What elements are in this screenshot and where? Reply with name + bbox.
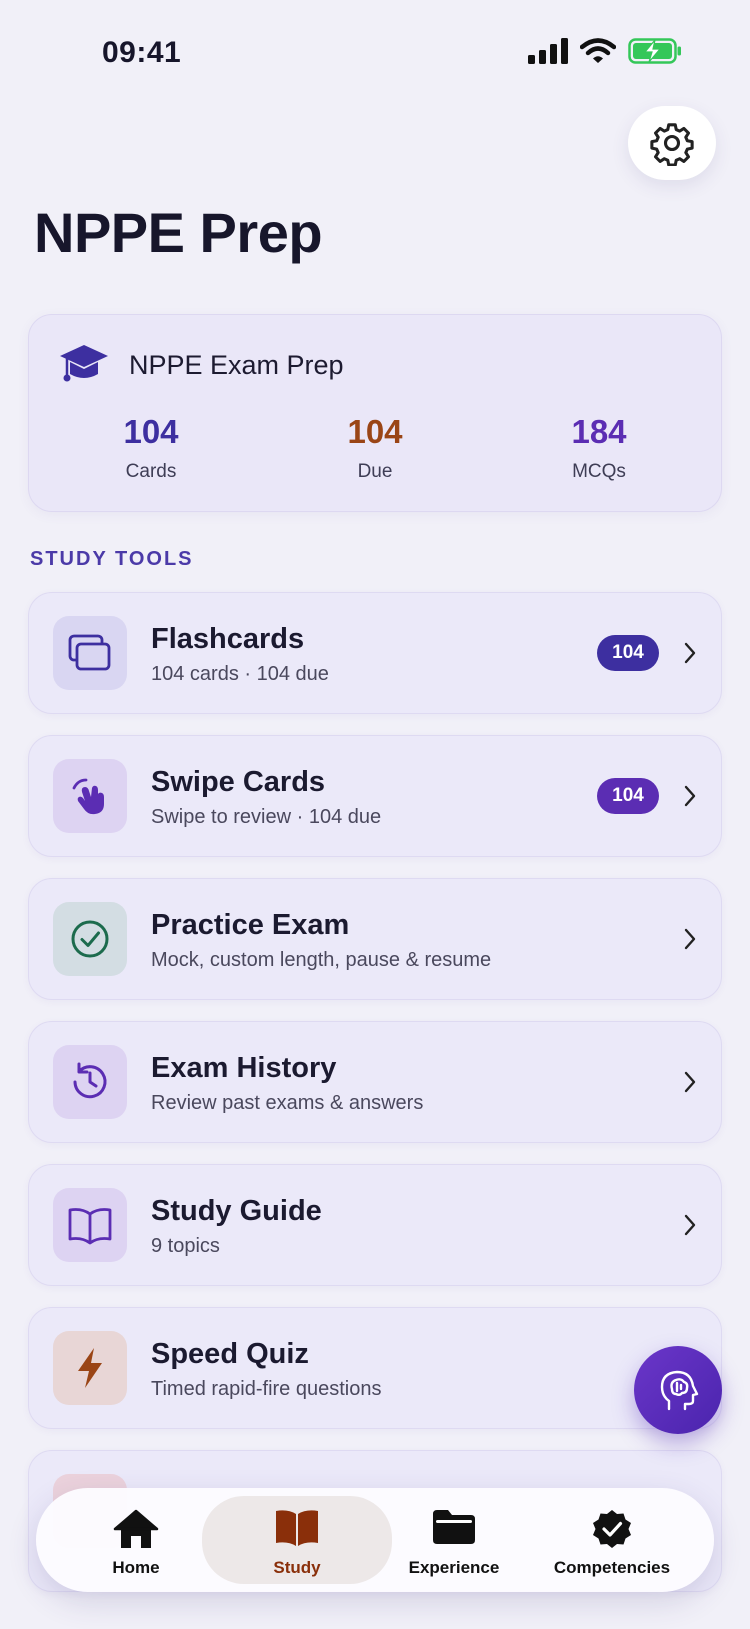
check-circle-icon: [71, 920, 109, 958]
wifi-icon: [580, 38, 616, 63]
tool-icon-container: [53, 902, 127, 976]
tab-label: Experience: [408, 1558, 500, 1577]
tool-item-speed-quiz[interactable]: Speed Quiz Timed rapid-fire questions: [28, 1307, 722, 1429]
status-bar: 09:41: [0, 0, 750, 110]
signal-icon: [528, 38, 568, 64]
cards-icon: [68, 634, 111, 671]
tool-title: Practice Exam: [151, 909, 350, 941]
book-icon: [276, 1510, 318, 1546]
settings-button[interactable]: [628, 106, 716, 180]
stat-due: 104 Due: [275, 413, 475, 483]
lightning-icon: [78, 1348, 102, 1388]
tool-item-practice-exam[interactable]: Practice Exam Mock, custom length, pause…: [28, 878, 722, 1000]
section-label-study-tools: STUDY TOOLS: [30, 548, 194, 570]
tool-title: Swipe Cards: [151, 766, 326, 798]
battery-charging-icon: [628, 38, 681, 64]
tool-icon-container: [53, 759, 127, 833]
tool-icon-container: [53, 1188, 127, 1262]
tool-item-study-guide[interactable]: Study Guide 9 topics: [28, 1164, 722, 1286]
tool-title: Exam History: [151, 1052, 337, 1084]
stat-label: Cards: [125, 461, 177, 482]
tab-label: Home: [112, 1558, 160, 1577]
tool-subtitle: Timed rapid-fire questions: [151, 1378, 382, 1400]
graduation-cap-icon: [60, 345, 108, 382]
tool-title: Study Guide: [151, 1195, 322, 1227]
tab-label: Study: [273, 1558, 321, 1577]
tab-experience[interactable]: Experience: [374, 1488, 534, 1592]
tab-competencies[interactable]: Competencies: [532, 1488, 692, 1592]
tab-home[interactable]: Home: [56, 1488, 216, 1592]
stat-value: 104: [123, 413, 179, 450]
tab-study[interactable]: Study: [202, 1496, 392, 1584]
tool-subtitle: Review past exams & answers: [151, 1092, 424, 1114]
tool-item-exam-history[interactable]: Exam History Review past exams & answers: [28, 1021, 722, 1143]
open-book-icon: [68, 1208, 112, 1245]
status-time: 09:41: [102, 36, 182, 69]
stat-value: 184: [571, 413, 627, 450]
tool-icon-container: [53, 1331, 127, 1405]
due-count-badge: 104: [597, 635, 659, 671]
due-count-badge: 104: [597, 778, 659, 814]
stat-label: MCQs: [572, 461, 626, 482]
tool-icon-container: [53, 616, 127, 690]
tab-label: Competencies: [553, 1558, 671, 1577]
history-clock-icon: [73, 1062, 107, 1099]
chevron-right-icon: [684, 642, 696, 664]
stat-label: Due: [357, 461, 393, 482]
chevron-right-icon: [684, 1214, 696, 1236]
tool-subtitle: Mock, custom length, pause & resume: [151, 949, 492, 971]
tool-title: Flashcards: [151, 623, 305, 655]
tool-subtitle: Swipe to review · 104 due: [151, 806, 382, 828]
brain-head-icon: [660, 1370, 699, 1411]
page-title: NPPE Prep: [34, 201, 323, 264]
gear-icon: [650, 123, 694, 166]
chevron-right-icon: [684, 1071, 696, 1093]
bottom-tab-bar: Home Study Experience Competencies: [36, 1488, 714, 1592]
verified-badge-icon: [593, 1510, 631, 1548]
tool-icon-container: [53, 1045, 127, 1119]
folder-icon: [433, 1510, 475, 1544]
chevron-right-icon: [684, 928, 696, 950]
chevron-right-icon: [684, 785, 696, 807]
summary-title: NPPE Exam Prep: [129, 349, 344, 380]
stat-value: 104: [347, 413, 403, 450]
stat-mcqs: 184 MCQs: [499, 413, 699, 483]
summary-header: NPPE Exam Prep: [59, 343, 344, 387]
status-icons: [528, 38, 682, 64]
tool-subtitle: 9 topics: [151, 1235, 220, 1257]
ai-assistant-button[interactable]: [634, 1346, 722, 1434]
tool-title: Speed Quiz: [151, 1338, 309, 1370]
tool-item-swipe-cards[interactable]: Swipe Cards Swipe to review · 104 due 10…: [28, 735, 722, 857]
home-icon: [113, 1509, 159, 1548]
tool-item-flashcards[interactable]: Flashcards 104 cards · 104 due 104: [28, 592, 722, 714]
exam-summary-card[interactable]: NPPE Exam Prep 104 Cards 104 Due 184 MCQ…: [28, 314, 722, 512]
stat-cards: 104 Cards: [51, 413, 251, 483]
tool-subtitle: 104 cards · 104 due: [151, 663, 329, 685]
hand-swipe-icon: [72, 778, 104, 815]
